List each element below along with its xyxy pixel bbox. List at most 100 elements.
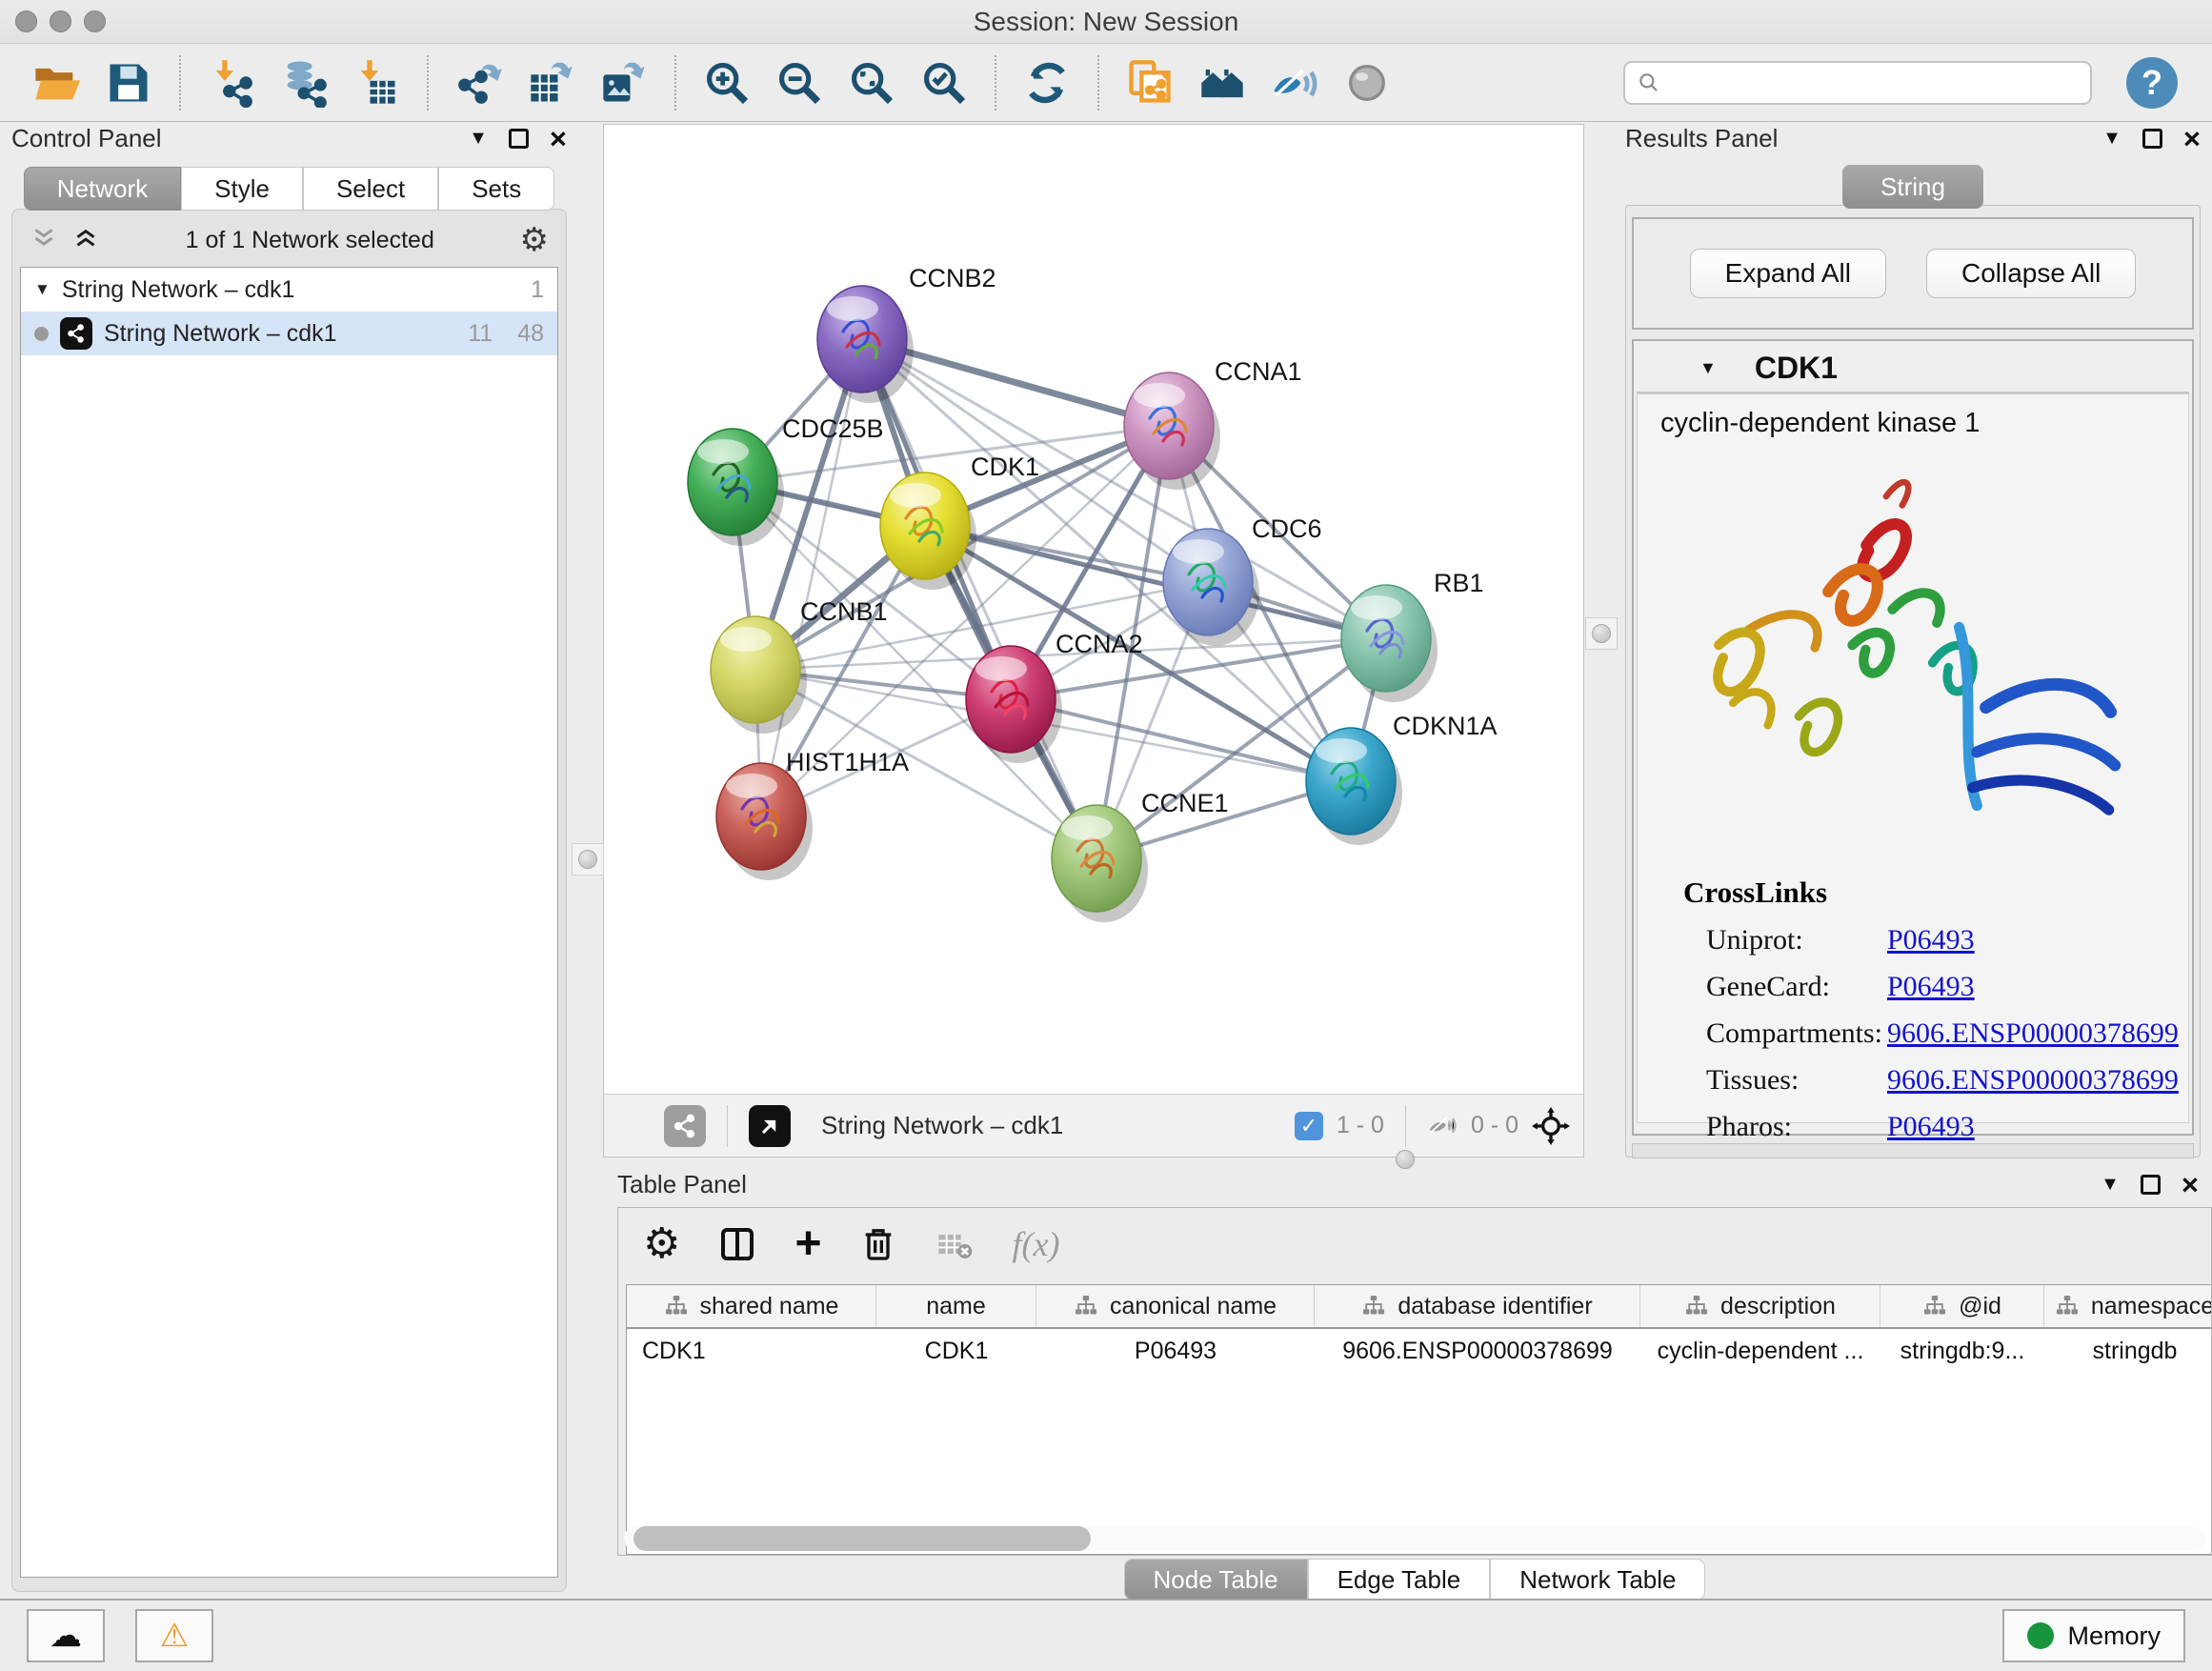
network-row-selected[interactable]: String Network – cdk1 11 48 — [21, 312, 557, 355]
birds-eye-view-icon[interactable] — [749, 1105, 791, 1147]
zoom-out-icon[interactable] — [768, 52, 831, 113]
tab-style[interactable]: Style — [181, 167, 303, 211]
tab-select[interactable]: Select — [303, 167, 438, 211]
network-node-label: CDC6 — [1252, 514, 1322, 543]
collapse-triangle-icon[interactable]: ▼ — [34, 280, 50, 299]
apply-layout-icon[interactable] — [1016, 52, 1078, 113]
toolbar-divider — [1405, 1105, 1406, 1147]
column-header--id[interactable]: @id — [1880, 1285, 2044, 1327]
results-panel-maximize-icon[interactable] — [2142, 129, 2162, 149]
column-header-description[interactable]: description — [1640, 1285, 1880, 1327]
warnings-button[interactable]: ⚠ — [135, 1609, 213, 1662]
toolbar-divider — [727, 1105, 728, 1147]
table-horizontal-scrollbar[interactable] — [624, 1526, 2205, 1551]
network-node[interactable] — [1052, 805, 1148, 922]
crosslink-link[interactable]: 9606.ENSP00000378699 — [1887, 1017, 2179, 1050]
crosslink-link[interactable]: P06493 — [1887, 1111, 1975, 1143]
section-collapse-triangle-icon[interactable]: ▼ — [1699, 358, 1717, 378]
tab-network[interactable]: Network — [24, 167, 181, 211]
export-image-icon[interactable] — [593, 52, 655, 113]
table-panel-float-icon[interactable]: ▼ — [2101, 1174, 2120, 1196]
control-panel-close-icon[interactable]: × — [550, 124, 567, 153]
control-panel-maximize-icon[interactable] — [509, 129, 529, 149]
table-header: shared namenamecanonical namedatabase id… — [627, 1285, 2211, 1329]
collapse-all-button[interactable]: Collapse All — [1926, 249, 2136, 298]
create-column-icon[interactable]: + — [794, 1226, 821, 1262]
tab-edge-table[interactable]: Edge Table — [1308, 1559, 1491, 1601]
grid-view-icon[interactable] — [617, 1109, 651, 1142]
right-splitter-grip[interactable] — [1585, 617, 1618, 650]
show-columns-icon[interactable] — [718, 1225, 756, 1263]
hide-selected-icon[interactable] — [1263, 52, 1326, 113]
expand-all-icon[interactable] — [71, 228, 100, 253]
crosslink-link[interactable]: P06493 — [1887, 971, 1975, 1003]
network-collection-row[interactable]: ▼ String Network – cdk1 1 — [21, 268, 557, 312]
node-count: 11 — [468, 320, 493, 348]
network-canvas[interactable]: CCNB2CCNA1CDC25BCDK1CDC6RB1CCNB1CCNA2CDK… — [604, 125, 1583, 1094]
network-node[interactable] — [711, 616, 807, 734]
expand-all-button[interactable]: Expand All — [1690, 249, 1886, 298]
network-share-icon[interactable] — [664, 1105, 706, 1147]
clone-network-icon[interactable] — [1118, 52, 1181, 113]
network-node[interactable] — [1306, 728, 1402, 845]
column-header-namespace[interactable]: namespace — [2044, 1285, 2211, 1327]
network-node[interactable] — [1124, 372, 1220, 490]
show-all-icon[interactable] — [1336, 52, 1398, 113]
selected-checkbox-icon[interactable]: ✓ — [1295, 1112, 1323, 1140]
crosslink-link[interactable]: P06493 — [1887, 924, 1975, 956]
results-panel-close-icon[interactable]: × — [2183, 124, 2201, 153]
export-network-icon[interactable] — [448, 52, 511, 113]
import-network-icon[interactable] — [200, 52, 263, 113]
zoom-fit-icon[interactable] — [840, 52, 903, 113]
zoom-in-icon[interactable] — [695, 52, 758, 113]
import-network-database-icon[interactable] — [272, 52, 335, 113]
control-panel: Control Panel ▼ × NetworkStyleSelectSets… — [11, 124, 567, 1591]
control-panel-float-icon[interactable]: ▼ — [469, 128, 488, 150]
crosslink-link[interactable]: 9606.ENSP00000378699 — [1887, 1064, 2179, 1097]
tab-node-table[interactable]: Node Table — [1124, 1559, 1308, 1601]
cloud-status-button[interactable]: ☁ — [27, 1609, 105, 1662]
column-header-database-identifier[interactable]: database identifier — [1315, 1285, 1640, 1327]
network-edge[interactable] — [862, 339, 1096, 858]
column-header-canonical-name[interactable]: canonical name — [1036, 1285, 1315, 1327]
delete-column-icon[interactable] — [859, 1225, 897, 1263]
results-panel-float-icon[interactable]: ▼ — [2102, 128, 2122, 150]
left-splitter-grip[interactable] — [572, 843, 604, 876]
network-node[interactable] — [688, 429, 784, 546]
collapse-all-icon[interactable] — [30, 228, 58, 253]
function-builder-icon: f(x) — [1012, 1224, 1059, 1264]
network-node[interactable] — [880, 473, 976, 590]
table-cell: 9606.ENSP00000378699 — [1315, 1338, 1640, 1365]
tab-sets[interactable]: Sets — [438, 167, 554, 211]
table-panel: Table Panel ▼ × ⚙ + f(x) — [617, 1170, 2212, 1593]
scrollbar-thumb[interactable] — [633, 1526, 1091, 1551]
column-header-shared-name[interactable]: shared name — [627, 1285, 876, 1327]
tab-network-table[interactable]: Network Table — [1490, 1559, 1705, 1601]
column-header-name[interactable]: name — [876, 1285, 1036, 1327]
network-node[interactable] — [1341, 585, 1438, 702]
table-panel-maximize-icon[interactable] — [2141, 1175, 2161, 1195]
save-session-icon[interactable] — [97, 52, 160, 113]
network-node[interactable] — [1163, 529, 1259, 646]
table-cell: P06493 — [1036, 1338, 1315, 1365]
network-edge[interactable] — [761, 339, 862, 816]
open-session-icon[interactable] — [25, 52, 88, 113]
network-node[interactable] — [817, 286, 914, 403]
memory-button[interactable]: Memory — [2002, 1609, 2185, 1662]
delete-table-icon — [935, 1225, 974, 1263]
network-node[interactable] — [966, 646, 1062, 763]
help-button[interactable]: ? — [2126, 57, 2178, 109]
network-node-label: CCNA2 — [1056, 630, 1143, 658]
control-panel-title: Control Panel — [11, 124, 162, 153]
table-row[interactable]: CDK1CDK1P064939606.ENSP00000378699cyclin… — [627, 1329, 2211, 1373]
export-table-icon[interactable] — [520, 52, 583, 113]
table-options-gear-icon[interactable]: ⚙ — [643, 1223, 680, 1265]
search-input[interactable] — [1623, 61, 2092, 105]
network-options-gear-icon[interactable]: ⚙ — [520, 224, 549, 256]
zoom-selected-icon[interactable] — [913, 52, 975, 113]
first-neighbors-icon[interactable] — [1191, 52, 1254, 113]
fit-content-crosshair-icon[interactable] — [1532, 1107, 1570, 1145]
table-panel-close-icon[interactable]: × — [2182, 1170, 2199, 1199]
import-table-icon[interactable] — [345, 52, 408, 113]
tab-string[interactable]: String — [1842, 165, 1983, 209]
